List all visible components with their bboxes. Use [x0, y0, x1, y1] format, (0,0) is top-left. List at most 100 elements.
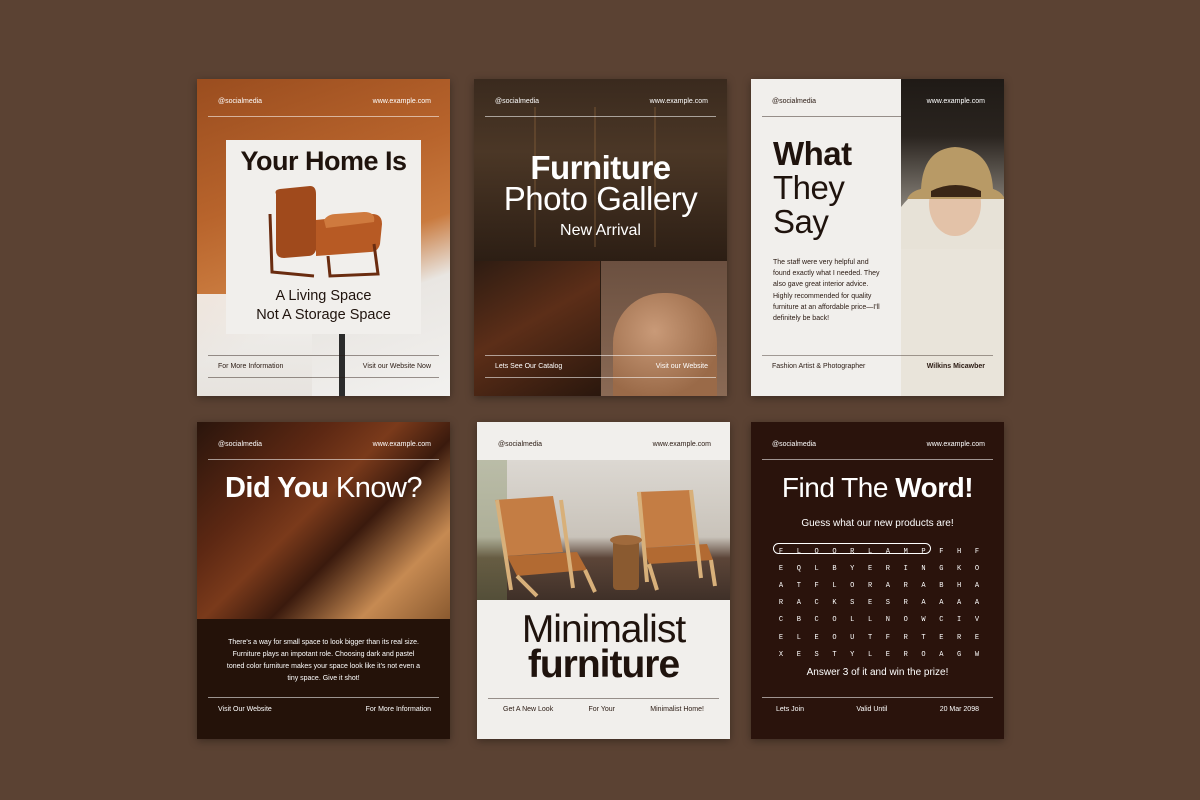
title-line1: What: [773, 135, 852, 172]
grid-letter: E: [796, 650, 801, 659]
post-card-testimonial: @socialmedia www.example.com What They S…: [751, 79, 1004, 396]
divider: [208, 459, 439, 460]
website-link[interactable]: www.example.com: [927, 441, 985, 448]
grid-letter: R: [903, 599, 908, 608]
post-card-minimalist: @socialmedia www.example.com Minimalist …: [477, 422, 730, 739]
card-header: @socialmedia www.example.com: [495, 98, 708, 105]
footer-center: Valid Until: [856, 706, 888, 713]
divider: [762, 355, 901, 356]
grid-letter: B: [832, 564, 837, 573]
cushion-shape: [613, 293, 717, 396]
footer-center: For Your: [588, 706, 615, 713]
social-handle: @socialmedia: [498, 441, 543, 448]
grid-letter: O: [814, 547, 819, 556]
divider: [485, 355, 716, 356]
card-footer: Lets See Our Catalog Visit our Website: [495, 363, 708, 370]
grid-letter: F: [814, 581, 819, 590]
grid-letter: C: [778, 616, 784, 625]
title-line2: Photo Gallery: [503, 180, 698, 217]
footer-left[interactable]: Lets See Our Catalog: [495, 363, 562, 370]
info-paragraph: There's a way for small space to look bi…: [226, 639, 421, 682]
grid-letter: C: [814, 599, 819, 608]
grid-letter: A: [974, 599, 980, 608]
grid-letter: G: [939, 564, 944, 573]
card-header: @socialmedia www.example.com: [772, 98, 985, 105]
website-link[interactable]: www.example.com: [653, 441, 711, 448]
grid-letter: O: [832, 547, 837, 556]
grid-letter: E: [939, 633, 944, 642]
minimalist-chairs-photo: [477, 460, 730, 600]
grid-letter: Y: [850, 650, 855, 659]
title-line3: New Arrival: [560, 222, 641, 239]
website-link[interactable]: www.example.com: [927, 98, 985, 105]
grid-letter: S: [885, 599, 890, 608]
chair-image: [264, 184, 384, 280]
grid-letter: M: [903, 547, 908, 556]
footer-right[interactable]: Visit our Website: [656, 363, 708, 370]
grid-letter: C: [939, 616, 944, 625]
grid-row: RACKSESRAAAA: [774, 595, 984, 612]
website-link[interactable]: www.example.com: [650, 98, 708, 105]
grid-letter: E: [974, 633, 980, 642]
grid-letter: A: [939, 599, 944, 608]
grid-letter: L: [796, 633, 801, 642]
answer-text: Answer 3 of it and win the prize!: [806, 667, 949, 678]
footer-left: Get A New Look: [503, 706, 554, 713]
grid-letter: N: [921, 564, 926, 573]
grid-letter: B: [939, 581, 944, 590]
footer-left: For More Information: [218, 363, 284, 370]
divider: [762, 116, 901, 117]
grid-letter: W: [974, 650, 980, 659]
testimonial-quote: The staff were very helpful and found ex…: [773, 259, 880, 323]
grid-letter: K: [832, 599, 837, 608]
grid-letter: T: [921, 633, 926, 642]
footer-left[interactable]: Visit Our Website: [218, 706, 272, 713]
divider: [488, 698, 719, 699]
author-name: Wilkins Micawber: [926, 363, 985, 370]
grid-letter: O: [974, 564, 980, 573]
grid-letter: Q: [796, 564, 801, 573]
grid-letter: E: [814, 633, 819, 642]
grid-letter: F: [778, 547, 784, 556]
post-card-your-home: @socialmedia www.example.com Your Home I…: [197, 79, 450, 396]
divider: [762, 459, 993, 460]
grid-letter: S: [850, 599, 855, 608]
grid-letter: O: [832, 633, 837, 642]
footer-right[interactable]: For More Information: [366, 706, 431, 713]
grid-letter: A: [939, 650, 944, 659]
title-line2: They: [773, 169, 845, 206]
divider: [208, 355, 439, 356]
title-line3: Say: [773, 203, 829, 240]
grid-letter: I: [903, 564, 908, 573]
website-link[interactable]: www.example.com: [373, 441, 431, 448]
social-handle: @socialmedia: [218, 441, 263, 448]
grid-letter: L: [850, 616, 855, 625]
author-role: Fashion Artist & Photographer: [772, 363, 866, 370]
grid-letter: O: [850, 581, 855, 590]
grid-letter: T: [867, 633, 873, 642]
website-link[interactable]: www.example.com: [373, 98, 431, 105]
footer-right[interactable]: Visit our Website Now: [363, 363, 431, 370]
social-handle: @socialmedia: [772, 441, 817, 448]
grid-letter: H: [957, 581, 962, 590]
grid-letter: R: [957, 633, 962, 642]
grid-letter: T: [796, 581, 801, 590]
social-handle: @socialmedia: [218, 98, 263, 105]
grid-letter: A: [885, 547, 890, 556]
grid-letter: S: [814, 650, 819, 659]
grid-letter: A: [921, 599, 926, 608]
title-line2: furniture: [527, 643, 680, 686]
grid-letter: R: [850, 547, 855, 556]
grid-letter: P: [921, 547, 926, 556]
post-card-did-you-know: @socialmedia www.example.com Did You Kno…: [197, 422, 450, 739]
footer-left[interactable]: Lets Join: [776, 706, 804, 713]
word-search-grid: FLOORLAMPFHFEQLBYERINGKOATFLORARABHARACK…: [774, 543, 984, 663]
headline: Your Home Is: [240, 146, 407, 176]
divider: [762, 697, 993, 698]
title: Find The Word!: [781, 472, 974, 503]
divider: [208, 377, 439, 378]
grid-letter: F: [974, 547, 980, 556]
grid-letter: E: [778, 564, 784, 573]
subheadline: A Living Space Not A Storage Space: [256, 288, 391, 323]
grid-letter: N: [885, 616, 890, 625]
